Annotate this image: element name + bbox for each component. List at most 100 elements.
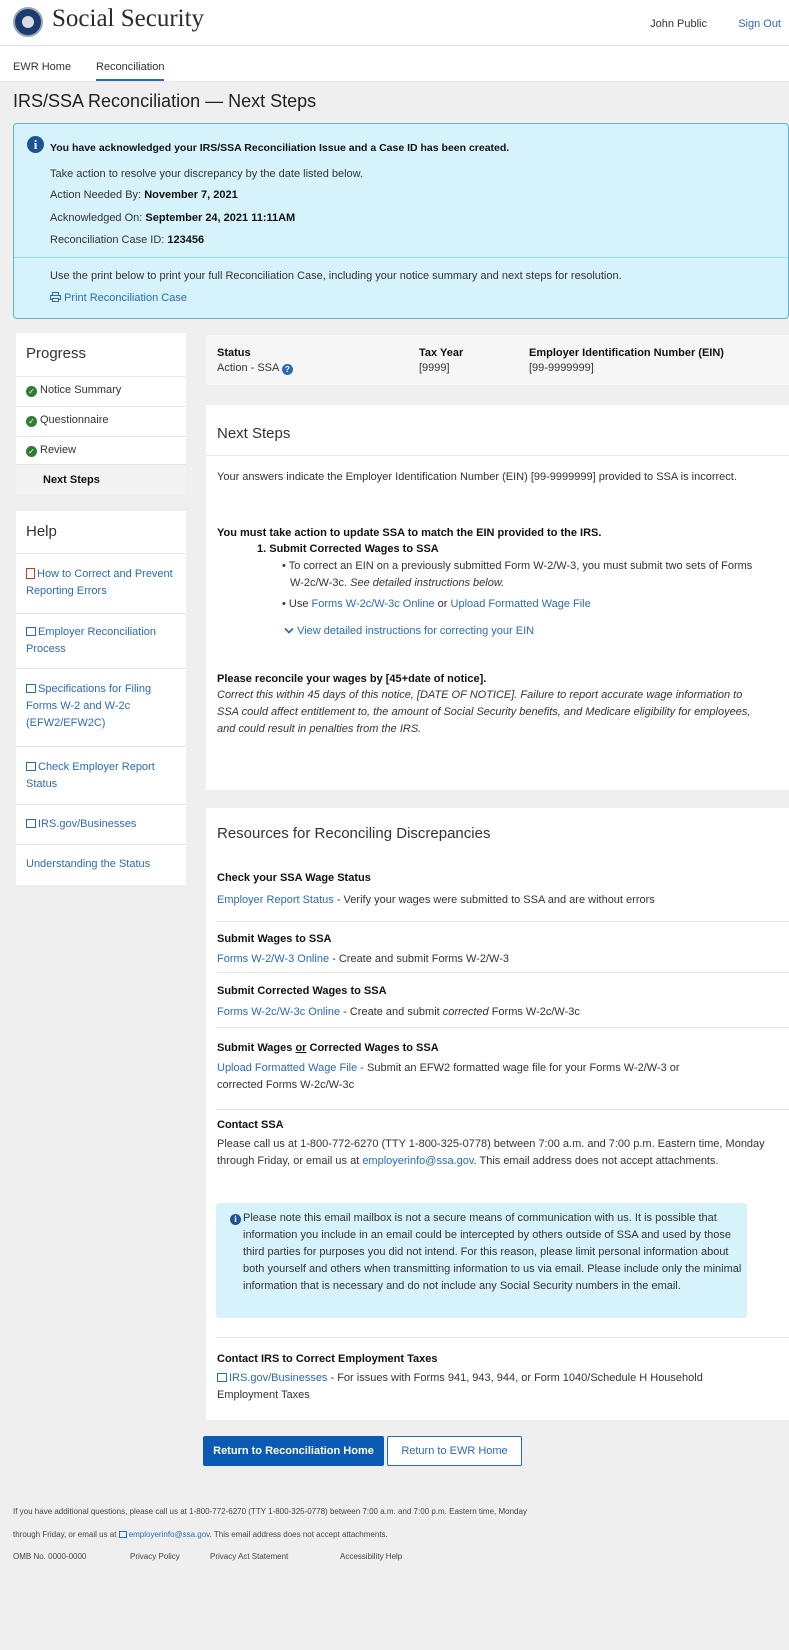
divider xyxy=(216,1337,789,1338)
case-id-value: 123456 xyxy=(167,234,205,246)
help-link-efw2-specs[interactable]: Specifications for Filing Forms W-2 and … xyxy=(16,668,186,746)
external-link-icon xyxy=(26,684,36,693)
footer-contact-line-1: If you have additional questions, please… xyxy=(13,1507,527,1516)
accessibility-help-link[interactable]: Accessibility Help xyxy=(340,1552,402,1561)
employer-report-status-link[interactable]: Employer Report Status xyxy=(217,894,334,906)
external-link-icon xyxy=(26,762,36,771)
progress-item-label: Notice Summary xyxy=(40,384,122,396)
progress-item-review[interactable]: ✓ Review xyxy=(16,436,186,464)
progress-panel: Progress ✓ Notice Summary ✓ Questionnaire … xyxy=(16,333,186,495)
resources-title: Resources for Reconciling Discrepancies xyxy=(217,825,491,842)
step-1-title: 1. Submit Corrected Wages to SSA xyxy=(257,543,439,555)
ack-headline: You have acknowledged your IRS/SSA Recon… xyxy=(50,142,510,154)
tab-ewr-home[interactable]: EWR Home xyxy=(13,61,71,73)
brand-title: Social Security xyxy=(52,5,205,32)
next-steps-card: Next Steps Your answers indicate the Emp… xyxy=(206,405,789,790)
footer-email-link[interactable]: employerinfo@ssa.gov xyxy=(129,1530,210,1539)
help-link-label: Specifications for Filing Forms W-2 and … xyxy=(26,683,152,729)
step-1-bullet-1: • To correct an EIN on a previously subm… xyxy=(282,560,753,589)
email-security-note: i Please note this email mailbox is not … xyxy=(216,1203,747,1318)
progress-item-notice-summary[interactable]: ✓ Notice Summary xyxy=(16,376,186,406)
chevron-down-icon xyxy=(284,627,294,634)
check-icon: ✓ xyxy=(26,416,37,427)
heading-part: or xyxy=(295,1042,307,1054)
status-value-row: Action - SSA ? xyxy=(217,362,293,375)
privacy-act-link[interactable]: Privacy Act Statement xyxy=(210,1552,288,1561)
action-needed-label: Action Needed By: xyxy=(50,189,142,201)
contact-irs-title: Contact IRS to Correct Employment Taxes xyxy=(217,1353,438,1365)
step-1-bullet-2: • Use Forms W-2c/W-3c Online or Upload F… xyxy=(282,598,591,610)
tax-year-value: [9999] xyxy=(419,362,450,374)
external-link-icon xyxy=(217,1373,227,1382)
help-panel: Help How to Correct and Prevent Reportin… xyxy=(16,511,186,885)
ack-instruction: Take action to resolve your discrepancy … xyxy=(50,168,364,180)
heading-part: Submit Wages xyxy=(217,1042,296,1054)
acknowledged-on-row: Acknowledged On: September 24, 2021 11:1… xyxy=(50,212,295,224)
external-link-icon xyxy=(26,819,36,828)
next-steps-intro: Your answers indicate the Employer Ident… xyxy=(217,471,737,483)
upload-wage-file-link[interactable]: Upload Formatted Wage File xyxy=(217,1062,357,1074)
print-case-label: Print Reconciliation Case xyxy=(64,292,187,304)
bullet-text: or xyxy=(437,598,448,610)
resource-heading: Check your SSA Wage Status xyxy=(217,872,371,884)
note-text: Please note this email mailbox is not a … xyxy=(243,1212,742,1292)
external-link-icon xyxy=(26,627,36,636)
ein-value: [99-9999999] xyxy=(529,362,594,374)
print-case-link[interactable]: Print Reconciliation Case xyxy=(50,292,187,304)
progress-item-next-steps: Next Steps xyxy=(16,464,186,495)
privacy-policy-link[interactable]: Privacy Policy xyxy=(130,1552,180,1561)
help-question-icon[interactable]: ? xyxy=(281,364,293,375)
case-id-row: Reconciliation Case ID: 123456 xyxy=(50,234,204,246)
info-icon: i xyxy=(27,136,44,153)
print-instructions: Use the print below to print your full R… xyxy=(50,270,622,282)
divider xyxy=(14,257,788,258)
progress-item-questionnaire[interactable]: ✓ Questionnaire xyxy=(16,406,186,436)
detailed-instructions-toggle[interactable]: View detailed instructions for correctin… xyxy=(284,625,534,637)
footer-text: . This email address does not accept att… xyxy=(209,1530,388,1539)
top-nav: EWR Home Reconciliation xyxy=(0,46,789,82)
toggle-label: View detailed instructions for correctin… xyxy=(297,625,535,637)
footer-text: through Friday, or email us at xyxy=(13,1530,119,1539)
progress-item-label: Questionnaire xyxy=(40,414,109,426)
omb-number: OMB No. 0000-0000 xyxy=(13,1552,87,1561)
info-icon: i xyxy=(230,1214,241,1225)
resource-description: Forms W-2c/W-3c xyxy=(488,1006,580,1018)
resource-description: - Create and submit xyxy=(340,1006,443,1018)
status-value: Action - SSA xyxy=(217,362,279,374)
tab-reconciliation[interactable]: Reconciliation xyxy=(96,61,165,81)
action-needed-row: Action Needed By: November 7, 2021 xyxy=(50,189,238,201)
employer-info-email-link[interactable]: employerinfo@ssa.gov xyxy=(362,1155,473,1167)
next-steps-title: Next Steps xyxy=(217,425,291,442)
case-id-label: Reconciliation Case ID: xyxy=(50,234,165,246)
irs-businesses-link[interactable]: IRS.gov/Businesses xyxy=(229,1372,327,1384)
help-link-label: Employer Reconciliation Process xyxy=(26,626,156,655)
heading-part: Corrected Wages to SSA xyxy=(306,1042,439,1054)
help-link-report-status[interactable]: Check Employer Report Status xyxy=(16,746,186,804)
help-link-reconciliation-process[interactable]: Employer Reconciliation Process xyxy=(16,613,186,668)
divider xyxy=(216,972,789,973)
forms-w2-online-link[interactable]: Forms W-2/W-3 Online xyxy=(217,953,329,965)
help-link-correct-errors[interactable]: How to Correct and Prevent Reporting Err… xyxy=(16,553,186,613)
return-reconciliation-home-button[interactable]: Return to Reconciliation Home xyxy=(203,1436,384,1466)
contact-ssa-text: Please call us at 1-800-772-6270 (TTY 1-… xyxy=(217,1136,767,1170)
footer-contact-line-2: through Friday, or email us at employeri… xyxy=(13,1530,388,1539)
tax-year-label: Tax Year xyxy=(419,347,464,359)
forms-w2c-online-link[interactable]: Forms W-2c/W-3c Online xyxy=(312,598,435,610)
return-ewr-home-button[interactable]: Return to EWR Home xyxy=(387,1436,522,1466)
upload-wage-file-link[interactable]: Upload Formatted Wage File xyxy=(451,598,591,610)
resource-emphasis: corrected xyxy=(442,1006,489,1018)
forms-w2c-online-link[interactable]: Forms W-2c/W-3c Online xyxy=(217,1006,340,1018)
resource-description: - Create and submit Forms W-2/W-3 xyxy=(329,953,509,965)
mail-icon xyxy=(118,1531,127,1538)
reconcile-text: Correct this within 45 days of this noti… xyxy=(217,689,751,735)
divider xyxy=(216,921,789,922)
sign-out-link[interactable]: Sign Out xyxy=(738,18,781,30)
resource-heading: Submit Corrected Wages to SSA xyxy=(217,985,387,997)
progress-item-label: Review xyxy=(40,444,77,456)
resource-row: Upload Formatted Wage File - Submit an E… xyxy=(217,1060,717,1094)
help-link-understanding-status[interactable]: Understanding the Status xyxy=(16,844,186,885)
divider xyxy=(216,1027,789,1028)
resource-row: Forms W-2c/W-3c Online - Create and subm… xyxy=(217,1006,580,1018)
contact-ssa-title: Contact SSA xyxy=(217,1119,284,1131)
help-link-irs-businesses[interactable]: IRS.gov/Businesses xyxy=(16,804,186,844)
